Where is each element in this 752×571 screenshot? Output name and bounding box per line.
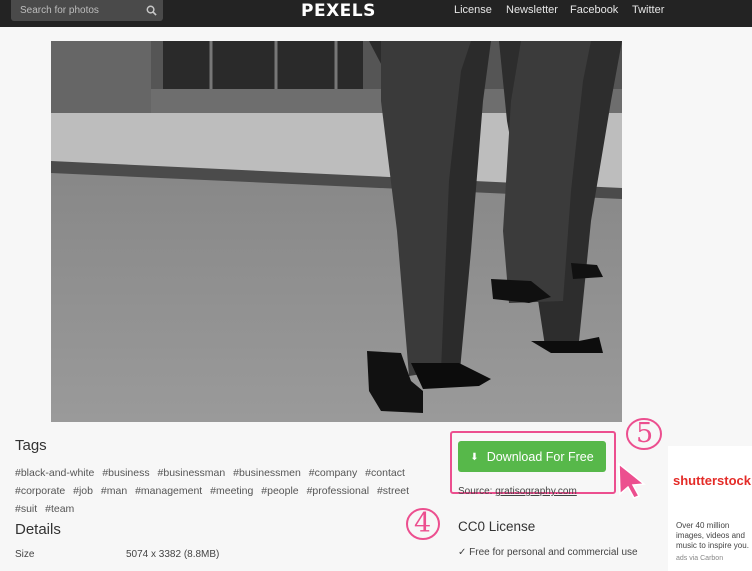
pointer-cursor-icon	[618, 462, 646, 499]
tag-link[interactable]: #job	[73, 485, 93, 497]
tag-link[interactable]: #street	[377, 485, 409, 497]
tag-link[interactable]: #management	[135, 485, 202, 497]
details-title: Details	[15, 521, 61, 538]
download-button-label: Download For Free	[486, 449, 594, 464]
pexels-logo[interactable]: PEXELS	[301, 0, 376, 22]
nav-newsletter[interactable]: Newsletter	[506, 3, 558, 17]
tag-link[interactable]: #company	[309, 467, 357, 479]
source-label: Source:	[458, 486, 493, 497]
tag-link[interactable]: #meeting	[210, 485, 253, 497]
nav-license[interactable]: License	[454, 3, 492, 17]
source-link[interactable]: gratisography.com	[495, 486, 577, 497]
step-number-4: 4	[414, 508, 432, 539]
tag-link[interactable]: #businessman	[158, 467, 226, 479]
license-item: ✓ Free for personal and commercial use	[458, 547, 638, 558]
ad-via[interactable]: ads via Carbon	[676, 555, 723, 562]
nav-facebook[interactable]: Facebook	[570, 3, 618, 17]
step-number-5: 5	[636, 418, 654, 449]
license-title: CC0 License	[458, 519, 536, 534]
tag-link[interactable]: #corporate	[15, 485, 65, 497]
nav-twitter[interactable]: Twitter	[632, 3, 664, 17]
ad-brand-logo[interactable]: shutterstock	[673, 473, 751, 488]
search-box	[11, 0, 163, 21]
tag-link[interactable]: #contact	[365, 467, 405, 479]
search-icon[interactable]	[146, 5, 157, 16]
size-label: Size	[15, 549, 35, 560]
tag-link[interactable]: #businessmen	[233, 467, 301, 479]
tag-link[interactable]: #business	[102, 467, 149, 479]
tag-link[interactable]: #professional	[307, 485, 369, 497]
tags-title: Tags	[15, 437, 47, 454]
top-bar: PEXELS License Newsletter Facebook Twitt…	[0, 0, 752, 27]
size-value: 5074 x 3382 (8.8MB)	[126, 549, 220, 560]
carbon-ad[interactable]: shutterstock Over 40 million images, vid…	[668, 446, 752, 571]
tag-link[interactable]: #team	[45, 503, 74, 515]
source-line: Source: gratisography.com	[458, 486, 577, 497]
tag-link[interactable]: #man	[101, 485, 127, 497]
ad-copy[interactable]: Over 40 million images, videos and music…	[676, 521, 752, 551]
tag-link[interactable]: #people	[261, 485, 298, 497]
tag-link[interactable]: #black-and-white	[15, 467, 94, 479]
download-button[interactable]: ⬇ Download For Free	[458, 441, 606, 472]
photo-image[interactable]	[51, 41, 622, 422]
search-input[interactable]	[11, 0, 145, 21]
tags-list: #black-and-white #business #businessman …	[15, 464, 435, 518]
tag-link[interactable]: #suit	[15, 503, 37, 515]
download-arrow-icon: ⬇	[470, 451, 479, 463]
